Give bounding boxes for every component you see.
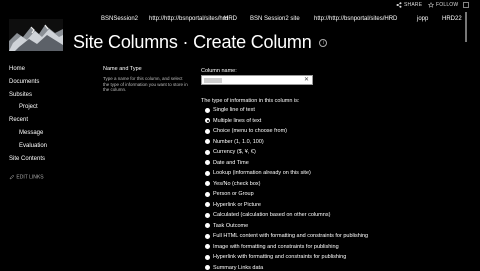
column-type-option[interactable]: Single line of text [205,107,255,113]
radio-button[interactable] [205,254,210,260]
column-type-option[interactable]: Currency ($, ¥, €) [205,149,256,155]
radio-button[interactable] [205,223,210,228]
focus-button[interactable] [463,2,469,8]
edit-links-label: EDIT LINKS [16,174,44,181]
page-title: Site Columns · Create Column i [73,32,328,53]
radio-button[interactable] [205,170,210,176]
nav-item-subsites[interactable]: Subsites [9,92,32,98]
nav-item-documents[interactable]: Documents [9,79,39,85]
column-type-option[interactable]: Date and Time [205,160,249,166]
column-type-option[interactable]: Multiple lines of text [205,118,261,124]
focus-icon [463,2,469,8]
follow-label: FOLLOW [436,2,459,8]
radio-button[interactable] [205,128,210,134]
suite-link-3[interactable]: HRD [224,16,237,30]
title-separator: · [182,32,189,52]
nav-item-home[interactable]: Home [9,66,25,72]
text-selection [204,78,222,83]
share-icon [396,2,402,8]
column-type-label-text: Choice (menu to choose from) [213,128,287,134]
share-button[interactable]: SHARE [396,2,422,8]
page-subtitle: Create Column [193,32,312,52]
radio-button[interactable] [205,202,210,207]
top-bar: SHARE FOLLOW [0,0,480,12]
suite-link-2[interactable]: http://http://bsnportal/sites/hrd [149,16,228,30]
column-type-option[interactable]: Number (1, 1.0, 100) [205,139,264,145]
star-icon [428,2,434,8]
column-type-option[interactable]: Choice (menu to choose from) [205,128,287,134]
suite-link-5[interactable]: http://http://bsnportal/sites/HRD [314,16,397,30]
info-icon[interactable]: i [319,39,328,48]
suite-link-4[interactable]: BSN Session2 site [250,16,300,30]
column-type-label-text: Person or Group [213,191,254,197]
nav-item-message[interactable]: Message [19,130,43,136]
clear-icon[interactable]: ✕ [304,76,309,85]
section-description: Type a name for this column, and select … [103,76,188,92]
suite-link-6[interactable]: jopp [417,16,428,30]
radio-button[interactable] [205,139,210,144]
radio-button[interactable] [205,265,210,270]
column-type-label-text: Image with formatting and constraints fo… [213,243,339,250]
nav-item-site-contents[interactable]: Site Contents [9,156,45,162]
column-type-option[interactable]: Hyperlink with formatting and constraint… [205,254,346,260]
column-type-label-text: Task Outcome [213,222,249,229]
pencil-icon [9,174,15,180]
column-name-input[interactable]: ✕ [201,75,313,85]
share-label: SHARE [404,2,423,8]
logo-image [9,19,63,51]
column-type-label: The type of information in this column i… [201,98,300,104]
column-type-option[interactable]: Task Outcome [205,223,248,229]
radio-button[interactable] [205,149,210,155]
suite-link-1[interactable]: BSNSession2 [101,16,138,30]
radio-button[interactable] [205,212,210,218]
column-type-label-text: Currency ($, ¥, €) [213,149,256,155]
column-type-label-text: Date and Time [213,159,249,166]
column-type-option[interactable]: Hyperlink or Picture [205,202,261,208]
page-title-text[interactable]: Site Columns [73,32,178,52]
column-type-label-text: Calculated (calculation based on other c… [213,212,331,218]
column-type-option[interactable]: Person or Group [205,191,254,197]
radio-button[interactable] [205,118,210,123]
column-type-label-text: Yes/No (check box) [213,180,261,187]
column-type-option[interactable]: Full HTML content with formatting and co… [205,233,368,239]
column-name-label: Column name: [201,68,237,74]
nav-item-recent[interactable]: Recent [9,117,28,123]
column-type-label-text: Hyperlink with formatting and constraint… [213,254,347,260]
column-type-label-text: Number (1, 1.0, 100) [213,138,264,145]
column-type-label-text: Single line of text [213,107,255,113]
column-type-option[interactable]: Calculated (calculation based on other c… [205,212,330,218]
radio-button[interactable] [205,233,210,239]
suite-link-7[interactable]: HRD22 [442,16,462,30]
radio-button[interactable] [205,160,210,165]
column-type-label-text: Lookup (information already on this site… [213,170,311,176]
column-type-option[interactable]: Yes/No (check box) [205,181,261,187]
radio-button[interactable] [205,191,210,197]
nav-item-evaluation[interactable]: Evaluation [19,143,47,149]
column-type-option[interactable]: Lookup (information already on this site… [205,170,311,176]
nav-item-project[interactable]: Project [19,104,38,110]
column-type-label-text: Full HTML content with formatting and co… [213,233,369,239]
section-title: Name and Type [103,66,142,72]
column-type-label-text: Hyperlink or Picture [213,201,261,208]
follow-button[interactable]: FOLLOW [428,2,458,8]
radio-button[interactable] [205,181,210,186]
edit-links-button[interactable]: EDIT LINKS [9,174,44,180]
column-type-label-text: Multiple lines of text [213,117,262,124]
column-type-option[interactable]: Image with formatting and constraints fo… [205,244,339,250]
scrollbar[interactable] [465,12,467,42]
radio-button[interactable] [205,107,210,113]
site-logo[interactable] [9,19,63,51]
radio-button[interactable] [205,244,210,249]
